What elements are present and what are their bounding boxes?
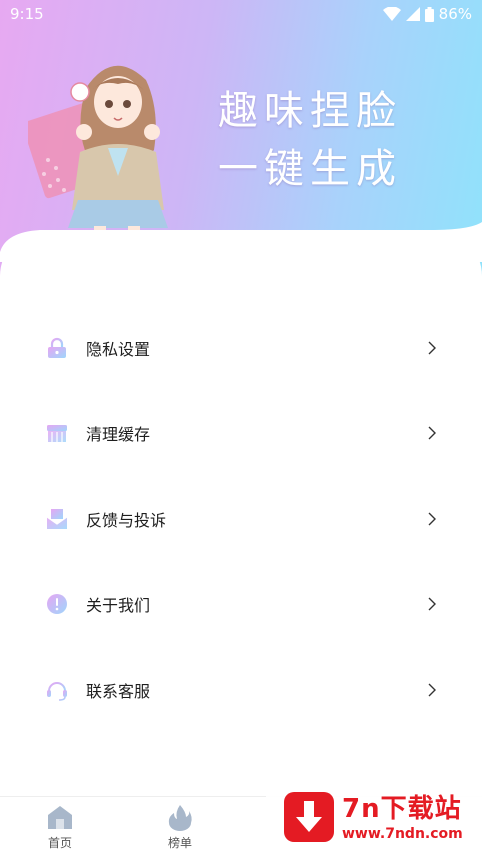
menu-item-about[interactable]: 关于我们	[0, 562, 482, 648]
lock-icon	[48, 337, 66, 358]
broom-icon	[47, 425, 67, 443]
chevron-right-icon	[428, 683, 436, 697]
menu-label-clear-cache: 清理缓存	[86, 425, 151, 445]
chevron-right-icon	[428, 512, 436, 526]
menu-item-privacy[interactable]: 隐私设置	[0, 305, 482, 391]
status-icons: 86%	[382, 5, 472, 23]
settings-menu: 隐私设置 清理缓存 反馈与投诉 关于我们 联系客服	[0, 305, 482, 733]
anime-girl-illustration	[28, 65, 168, 240]
mail-icon	[46, 508, 68, 529]
menu-item-feedback[interactable]: 反馈与投诉	[0, 476, 482, 562]
status-time: 9:15	[10, 5, 44, 23]
wifi-icon	[382, 7, 401, 21]
download-arrow-icon	[284, 792, 334, 842]
battery-percent: 86%	[438, 5, 472, 23]
slogan-line-1: 趣味捏脸	[218, 88, 402, 134]
watermark-brand: 7n下载站	[342, 794, 462, 824]
chevron-right-icon	[428, 426, 436, 440]
status-bar: 9:15 86%	[0, 0, 482, 28]
menu-item-clear-cache[interactable]: 清理缓存	[0, 391, 482, 477]
slogan-line-2: 一键生成	[218, 146, 402, 192]
menu-item-customer-service[interactable]: 联系客服	[0, 647, 482, 733]
tab-home-label: 首页	[47, 836, 72, 850]
battery-icon	[424, 6, 434, 22]
signal-icon	[405, 7, 420, 21]
tab-ranking-label: 榜单	[167, 836, 192, 850]
hero-slogan: 趣味捏脸 一键生成	[218, 82, 402, 198]
menu-label-customer-service: 联系客服	[86, 681, 151, 701]
menu-label-about: 关于我们	[86, 596, 151, 616]
tab-home[interactable]: 首页	[30, 803, 90, 855]
menu-label-privacy: 隐私设置	[86, 339, 151, 359]
flame-icon	[168, 805, 192, 831]
watermark-badge: 7n下载站 www.7ndn.com	[266, 778, 482, 857]
headset-icon	[47, 681, 67, 701]
chevron-right-icon	[428, 597, 436, 611]
tab-ranking[interactable]: 榜单	[150, 803, 210, 855]
menu-label-feedback: 反馈与投诉	[86, 510, 167, 530]
watermark-url: www.7ndn.com	[342, 826, 463, 842]
chevron-right-icon	[428, 341, 436, 355]
home-icon	[48, 806, 72, 829]
info-icon	[47, 594, 67, 615]
